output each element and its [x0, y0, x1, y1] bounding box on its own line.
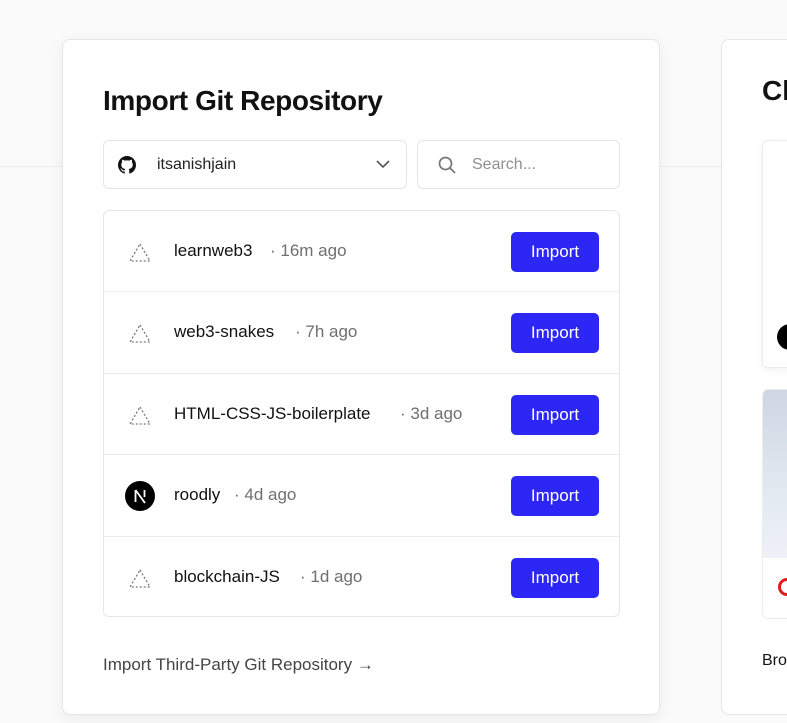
template-tile[interactable] — [762, 140, 787, 368]
repository-name: web3-snakes — [174, 322, 275, 342]
repository-row: roodly · 4d ago Import — [104, 455, 619, 537]
side-card-link[interactable]: Bro — [762, 652, 787, 670]
chevron-down-icon — [376, 160, 390, 169]
repository-list: learnweb3 · 16m ago Import web3-snakes ·… — [103, 210, 620, 617]
side-card-title: Cl — [762, 75, 787, 106]
repository-row: HTML-CSS-JS-boilerplate · 3d ago Import — [104, 374, 619, 456]
triangle-icon — [128, 242, 152, 262]
repository-name: HTML-CSS-JS-boilerplate — [174, 403, 371, 423]
repository-age: · 4d ago — [234, 485, 297, 505]
repository-age: · 16m ago — [270, 241, 347, 260]
framework-logo-icon — [778, 578, 787, 596]
import-third-party-link[interactable]: Import Third-Party Git Repository → — [103, 655, 374, 675]
repository-age: · 3d ago — [400, 403, 463, 423]
repository-age: · 7h ago — [295, 322, 358, 342]
triangle-icon — [128, 405, 152, 425]
github-icon — [118, 156, 136, 174]
nextjs-icon — [777, 324, 787, 350]
triangle-icon — [128, 568, 152, 588]
repository-name: roodly — [174, 485, 221, 505]
import-button[interactable]: Import — [511, 232, 599, 272]
account-name: itsanishjain — [157, 156, 237, 173]
search-icon — [438, 156, 456, 174]
repository-search[interactable] — [417, 140, 620, 189]
repository-row: learnweb3 · 16m ago Import — [104, 211, 619, 293]
account-selector[interactable]: itsanishjain — [103, 140, 407, 189]
import-button[interactable]: Import — [511, 394, 599, 435]
repository-name: blockchain-JS — [174, 566, 280, 586]
repository-row: web3-snakes · 7h ago Import — [104, 292, 619, 374]
repository-age: · 1d ago — [300, 566, 363, 586]
nextjs-icon — [125, 481, 155, 512]
import-git-repository-card: Import Git Repository itsanishjain learn… — [62, 39, 660, 715]
triangle-icon — [128, 324, 152, 344]
repository-row: blockchain-JS · 1d ago Import — [104, 537, 619, 616]
import-button[interactable]: Import — [511, 313, 599, 354]
import-button[interactable]: Import — [511, 557, 599, 598]
import-button[interactable]: Import — [511, 476, 599, 517]
search-input[interactable] — [472, 153, 612, 177]
template-preview-image — [763, 390, 787, 558]
template-tile[interactable] — [762, 389, 787, 619]
template-side-card: Cl Bro — [721, 39, 787, 715]
card-title: Import Git Repository — [103, 85, 383, 116]
repository-name: learnweb3 — [174, 241, 253, 260]
